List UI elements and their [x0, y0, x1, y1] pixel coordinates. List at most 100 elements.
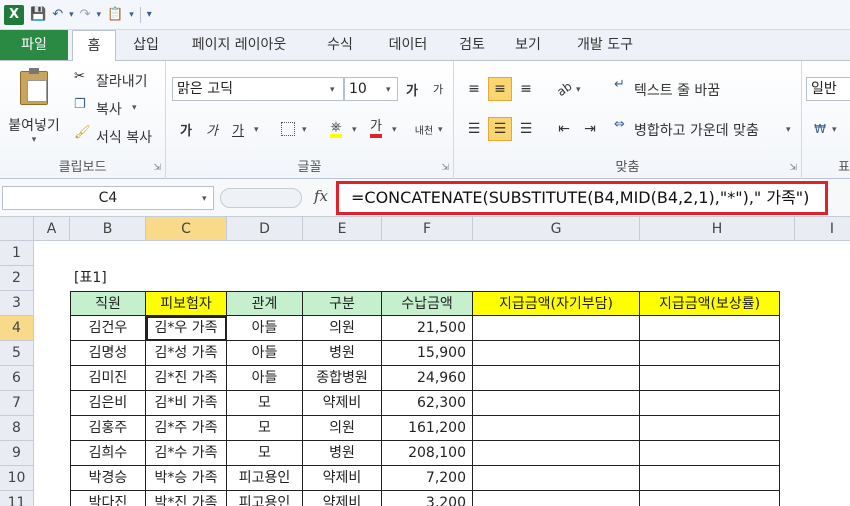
table-cell-employee[interactable]: 김명성: [70, 341, 146, 366]
accounting-dropdown-icon[interactable]: ▾: [832, 125, 837, 135]
bold-button[interactable]: 가: [174, 117, 198, 141]
align-right-button[interactable]: ☰: [514, 117, 538, 141]
table-cell-paid-amount[interactable]: 208,100: [382, 441, 473, 466]
form-dropdown-icon[interactable]: ▾: [129, 10, 134, 20]
row-header-11[interactable]: 11: [0, 491, 34, 506]
table-cell-insured[interactable]: 김*비 가족: [146, 391, 227, 416]
table-cell-employee[interactable]: 김미진: [70, 366, 146, 391]
table-cell-relation[interactable]: 모: [227, 441, 303, 466]
table-cell-insured[interactable]: 박*진 가족: [146, 491, 227, 506]
table-cell-insured[interactable]: 김*성 가족: [146, 341, 227, 366]
table-cell-relation[interactable]: 피고용인: [227, 466, 303, 491]
orientation-dropdown-icon[interactable]: ▾: [576, 85, 581, 95]
column-header-d[interactable]: D: [227, 217, 303, 241]
copy-button[interactable]: ❐ 복사 ▾: [74, 97, 162, 119]
shrink-font-button[interactable]: 가: [426, 77, 450, 101]
row-header-8[interactable]: 8: [0, 416, 34, 441]
table-cell-payment-self[interactable]: [473, 366, 640, 391]
redo-dropdown-icon[interactable]: ▾: [97, 10, 102, 20]
paste-dropdown-icon[interactable]: ▾: [4, 135, 64, 145]
table-cell-category[interactable]: 약제비: [303, 391, 382, 416]
align-left-button[interactable]: ☰: [462, 117, 486, 141]
table-cell-category[interactable]: 의원: [303, 416, 382, 441]
font-name-dropdown-icon[interactable]: ▾: [330, 85, 335, 95]
orientation-button[interactable]: ab: [552, 77, 576, 101]
tab-home[interactable]: 홈: [72, 30, 116, 62]
phonetic-button[interactable]: 내천: [412, 117, 436, 141]
column-header-h[interactable]: H: [640, 217, 795, 241]
table-cell-category[interactable]: 병원: [303, 341, 382, 366]
row-header-5[interactable]: 5: [0, 341, 34, 366]
table-cell-category[interactable]: 의원: [303, 316, 382, 341]
row-header-9[interactable]: 9: [0, 441, 34, 466]
underline-dropdown-icon[interactable]: ▾: [254, 125, 259, 135]
table-cell-payment-rate[interactable]: [640, 416, 780, 441]
table-cell-payment-rate[interactable]: [640, 366, 780, 391]
form-icon[interactable]: 📋: [107, 7, 123, 22]
row-header-2[interactable]: 2: [0, 266, 34, 291]
save-icon[interactable]: 💾: [30, 7, 46, 22]
header-category[interactable]: 구분: [303, 291, 382, 316]
table-cell-paid-amount[interactable]: 3,200: [382, 491, 473, 506]
table-cell-category[interactable]: 종합병원: [303, 366, 382, 391]
italic-button[interactable]: 가: [200, 117, 224, 141]
tab-file[interactable]: 파일: [0, 30, 68, 60]
table-cell-category[interactable]: 약제비: [303, 466, 382, 491]
row-header-10[interactable]: 10: [0, 466, 34, 491]
formula-input[interactable]: =CONCATENATE(SUBSTITUTE(B4,MID(B4,2,1),"…: [336, 181, 828, 215]
row-header-1[interactable]: 1: [0, 241, 34, 266]
font-name-select[interactable]: 맑은 고딕: [172, 77, 344, 101]
table-cell-insured[interactable]: 김*수 가족: [146, 441, 227, 466]
phonetic-dropdown-icon[interactable]: ▾: [438, 125, 443, 135]
tab-insert[interactable]: 삽입: [122, 30, 170, 61]
table-cell-paid-amount[interactable]: 21,500: [382, 316, 473, 341]
merge-center-button[interactable]: ⇔ 병합하고 가운데 맞춤 ▾: [614, 117, 800, 141]
table-cell-payment-rate[interactable]: [640, 441, 780, 466]
font-size-dropdown-icon[interactable]: ▾: [386, 85, 391, 95]
clipboard-dialog-launcher-icon[interactable]: ⇲: [153, 163, 161, 173]
table-cell-relation[interactable]: 피고용인: [227, 491, 303, 506]
column-header-c[interactable]: C: [146, 217, 227, 241]
fill-color-button[interactable]: ⎈: [324, 117, 348, 141]
header-paid-amount[interactable]: 수납금액: [382, 291, 473, 316]
table-cell-category[interactable]: 약제비: [303, 491, 382, 506]
table-cell-paid-amount[interactable]: 7,200: [382, 466, 473, 491]
copy-dropdown-icon[interactable]: ▾: [132, 103, 137, 113]
table-cell-payment-rate[interactable]: [640, 316, 780, 341]
column-header-b[interactable]: B: [70, 217, 146, 241]
border-button[interactable]: [276, 117, 300, 141]
align-bottom-button[interactable]: ≡: [514, 77, 538, 101]
table-cell-payment-rate[interactable]: [640, 491, 780, 506]
table-cell-payment-self[interactable]: [473, 466, 640, 491]
increase-indent-button[interactable]: ⇥: [578, 117, 602, 141]
row-header-4[interactable]: 4: [0, 316, 34, 341]
table-cell-payment-self[interactable]: [473, 491, 640, 506]
header-payment-rate[interactable]: 지급금액(보상률): [640, 291, 780, 316]
row-header-3[interactable]: 3: [0, 291, 34, 316]
column-header-g[interactable]: G: [473, 217, 640, 241]
wrap-text-button[interactable]: ↵ 텍스트 줄 바꿈: [614, 77, 794, 101]
table-title[interactable]: [표1]: [70, 266, 190, 291]
tab-view[interactable]: 보기: [504, 30, 552, 61]
accounting-format-button[interactable]: ₩: [808, 117, 832, 141]
font-color-dropdown-icon[interactable]: ▾: [392, 125, 397, 135]
table-cell-payment-self[interactable]: [473, 316, 640, 341]
name-box[interactable]: C4: [2, 186, 214, 210]
table-cell-relation[interactable]: 모: [227, 391, 303, 416]
font-color-button[interactable]: 가: [364, 117, 388, 141]
table-cell-payment-rate[interactable]: [640, 391, 780, 416]
name-box-dropdown-icon[interactable]: ▾: [202, 194, 207, 204]
table-cell-employee[interactable]: 김건우: [70, 316, 146, 341]
table-cell-employee[interactable]: 박경승: [70, 466, 146, 491]
format-painter-button[interactable]: 🖌 서식 복사: [74, 125, 162, 147]
row-header-6[interactable]: 6: [0, 366, 34, 391]
align-middle-button[interactable]: ≡: [488, 77, 512, 101]
table-cell-employee[interactable]: 김홍주: [70, 416, 146, 441]
header-insured[interactable]: 피보험자: [146, 291, 227, 316]
table-cell-payment-rate[interactable]: [640, 466, 780, 491]
tab-review[interactable]: 검토: [448, 30, 496, 61]
table-cell-insured[interactable]: 박*승 가족: [146, 466, 227, 491]
table-cell-payment-self[interactable]: [473, 416, 640, 441]
column-header-a[interactable]: A: [34, 217, 70, 241]
table-cell-insured[interactable]: 김*우 가족: [146, 316, 227, 341]
